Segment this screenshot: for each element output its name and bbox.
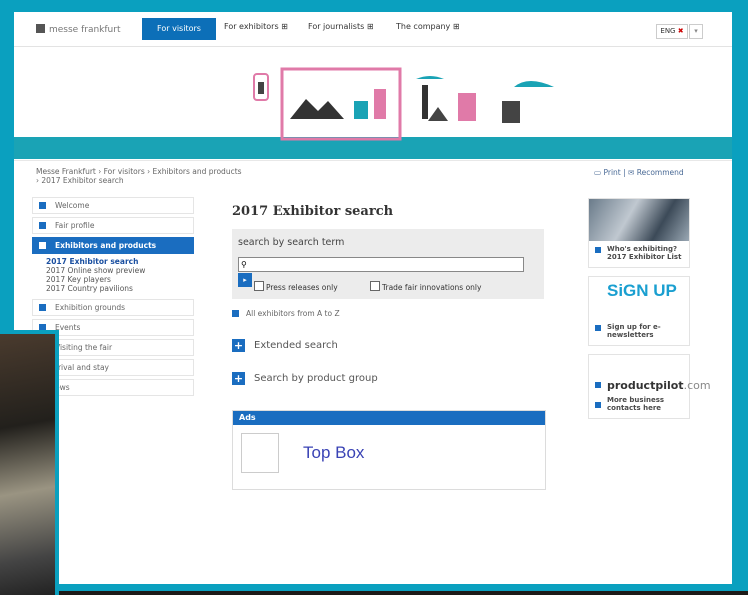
- logo-icon: [36, 24, 45, 33]
- nav-for-exhibitors[interactable]: For exhibitors ⊞: [224, 22, 288, 31]
- nav-for-journalists[interactable]: For journalists ⊞: [308, 22, 374, 31]
- sidebar-item-exhibitors-and-products[interactable]: Exhibitors and products: [32, 237, 194, 254]
- plus-icon: +: [232, 339, 245, 352]
- top-navigation: messe frankfurt For visitors For exhibit…: [14, 12, 732, 47]
- language-selector[interactable]: ENG ✖: [656, 24, 688, 39]
- monitor-frame: messe frankfurt For visitors For exhibit…: [0, 0, 748, 591]
- search-label: search by search term: [238, 237, 345, 248]
- press-releases-checkbox[interactable]: Press releases only: [254, 281, 338, 292]
- ads-box: Ads Top Box: [232, 410, 546, 490]
- nav-the-company[interactable]: The company ⊞: [396, 22, 460, 31]
- signup-logo: SiGN UP: [607, 281, 677, 300]
- header-banner: [14, 47, 732, 159]
- ad-image[interactable]: [241, 433, 279, 473]
- page-title: 2017 Exhibitor search: [232, 204, 394, 219]
- flag-icon: ✖: [677, 27, 684, 35]
- ad-text[interactable]: Top Box: [303, 443, 364, 463]
- signup-teaser[interactable]: SiGN UP Sign up for e-newsletters: [588, 276, 690, 346]
- breadcrumb: Messe Frankfurt › For visitors › Exhibit…: [36, 167, 356, 185]
- sidebar-item-welcome[interactable]: Welcome: [32, 197, 194, 214]
- foreground-photo: [0, 330, 59, 595]
- breadcrumb-line-2: › 2017 Exhibitor search: [36, 176, 124, 185]
- exhibitor-list-teaser[interactable]: Who's exhibiting? 2017 Exhibitor List: [588, 198, 690, 268]
- exhibitor-list-link[interactable]: Who's exhibiting? 2017 Exhibitor List: [589, 241, 689, 267]
- page-tools: ▭ Print | ✉ Recommend: [594, 168, 684, 177]
- nav-for-visitors[interactable]: For visitors: [142, 18, 216, 40]
- productpilot-teaser[interactable]: productpilot.com More business contacts …: [588, 354, 711, 419]
- breadcrumb-line-1[interactable]: Messe Frankfurt › For visitors › Exhibit…: [36, 167, 356, 176]
- newsletter-link[interactable]: Sign up for e-newsletters: [589, 319, 689, 345]
- print-icon: ▭: [594, 168, 602, 177]
- submenu-country-pavilions[interactable]: 2017 Country pavilions: [46, 284, 194, 293]
- recommend-icon: ✉: [628, 168, 635, 177]
- logo[interactable]: messe frankfurt: [36, 24, 120, 35]
- recommend-link[interactable]: Recommend: [637, 168, 684, 177]
- all-exhibitors-link[interactable]: All exhibitors from A to Z: [232, 309, 544, 318]
- divider: [14, 160, 732, 161]
- submenu-exhibitor-search[interactable]: 2017 Exhibitor search: [46, 257, 194, 266]
- main-content: 2017 Exhibitor search search by search t…: [232, 204, 546, 490]
- sidebar-item-exhibition-grounds[interactable]: Exhibition grounds: [32, 299, 194, 316]
- productpilot-logo: productpilot.com: [589, 355, 711, 396]
- browser-screen: messe frankfurt For visitors For exhibit…: [14, 12, 732, 584]
- ads-header: Ads: [233, 411, 545, 425]
- chevron-down-icon[interactable]: ▾: [689, 24, 703, 39]
- search-panel: search by search term ⚲ ▸ Press releases…: [232, 229, 544, 299]
- productpilot-link[interactable]: More business contacts here: [589, 396, 689, 418]
- submenu-online-show-preview[interactable]: 2017 Online show preview: [46, 266, 194, 275]
- search-input[interactable]: ⚲: [238, 257, 524, 272]
- city-illustration: [253, 67, 554, 141]
- right-column: Who's exhibiting? 2017 Exhibitor List Si…: [588, 198, 711, 427]
- submenu-key-players[interactable]: 2017 Key players: [46, 275, 194, 284]
- sidebar-item-fair-profile[interactable]: Fair profile: [32, 217, 194, 234]
- plus-icon: +: [232, 372, 245, 385]
- search-icon: ⚲: [241, 260, 247, 269]
- extended-search-link[interactable]: + Extended search: [232, 339, 544, 352]
- sidebar-submenu: 2017 Exhibitor search 2017 Online show p…: [32, 257, 194, 293]
- trade-fair-innovations-checkbox[interactable]: Trade fair innovations only: [370, 281, 481, 292]
- print-link[interactable]: Print: [603, 168, 620, 177]
- product-group-search-link[interactable]: + Search by product group: [232, 372, 544, 385]
- search-button[interactable]: ▸: [238, 273, 252, 287]
- exhibition-hall-image: [589, 199, 689, 241]
